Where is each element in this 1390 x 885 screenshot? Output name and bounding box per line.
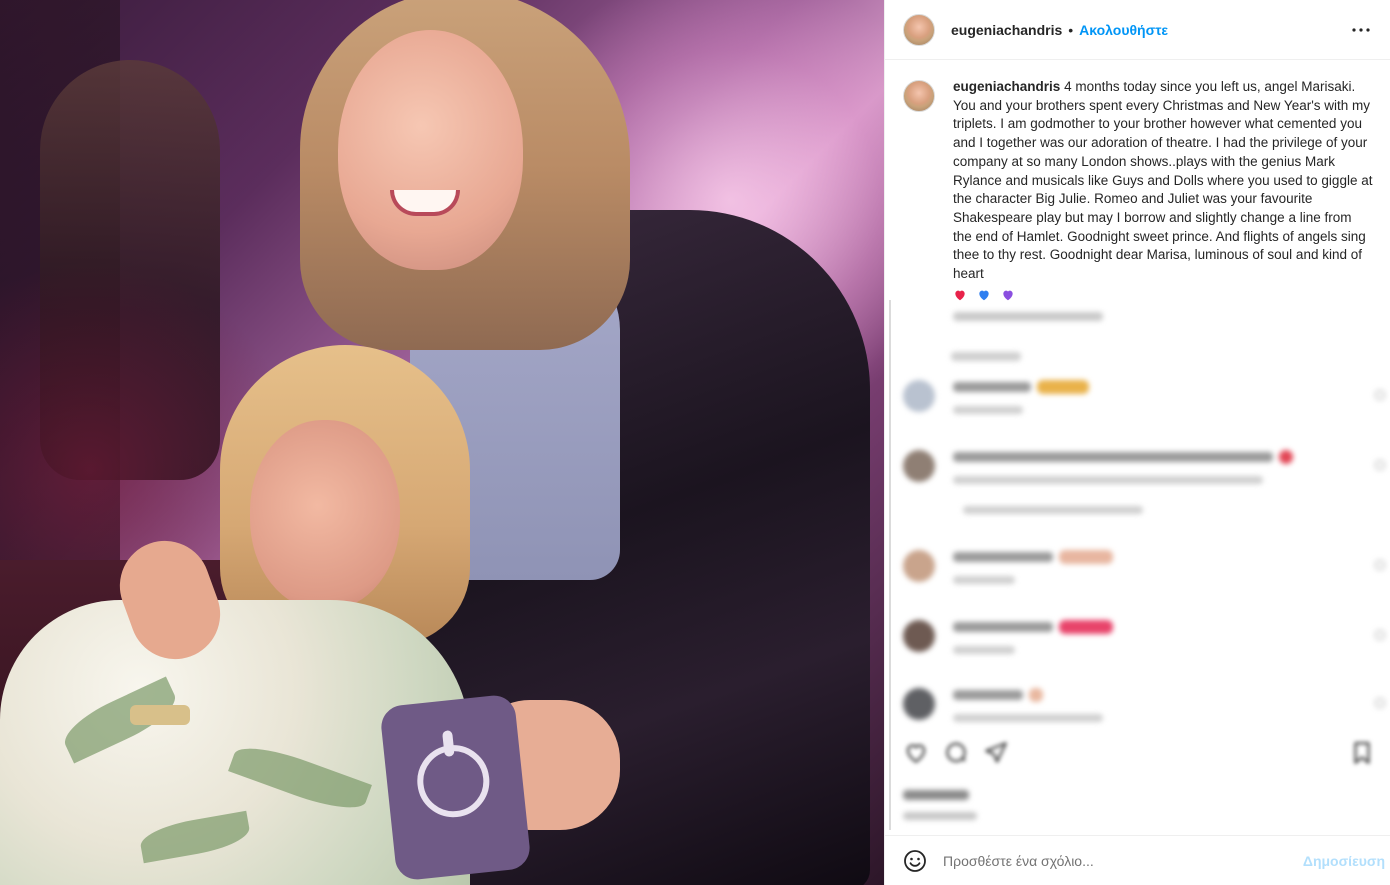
comment-body <box>953 550 1113 584</box>
post-action-bar <box>903 740 1375 770</box>
photo-phone <box>379 693 532 882</box>
author-avatar[interactable] <box>903 13 935 46</box>
photo-standing-woman-face <box>338 30 523 270</box>
more-options-icon[interactable] <box>1349 18 1373 46</box>
save-bookmark-icon[interactable] <box>1349 740 1375 766</box>
comment-like-icon[interactable] <box>1375 460 1385 470</box>
comment-body <box>953 688 1103 722</box>
comment-like-icon[interactable] <box>1375 560 1385 570</box>
blurred-caption-meta <box>953 312 1103 321</box>
comment-like-icon[interactable] <box>1375 390 1385 400</box>
comment-bubble-icon[interactable] <box>943 740 969 766</box>
comment-avatar[interactable] <box>903 380 935 412</box>
comment-avatar[interactable] <box>903 620 935 652</box>
photo-phone-mark <box>442 730 455 757</box>
post-header: eugeniachandris • Ακολουθήστε <box>885 0 1390 60</box>
comment-row <box>903 450 1385 514</box>
comment-avatar[interactable] <box>903 450 935 482</box>
caption-text-block: eugeniachandris 4 months today since you… <box>953 78 1373 302</box>
comment-like-icon[interactable] <box>1375 698 1385 708</box>
share-send-icon[interactable] <box>983 740 1009 766</box>
comment-input[interactable] <box>943 852 1283 869</box>
comment-avatar[interactable] <box>903 550 935 582</box>
smiley-icon[interactable] <box>903 849 927 873</box>
caption-body: 4 months today since you left us, angel … <box>953 79 1373 282</box>
post-caption: eugeniachandris 4 months today since you… <box>903 78 1383 302</box>
comment-like-icon[interactable] <box>1375 630 1385 640</box>
post-comment-button[interactable]: Δημοσίευση <box>1303 853 1385 869</box>
comment-body <box>953 620 1113 654</box>
photo-watch <box>130 705 190 725</box>
comment-body <box>953 380 1089 414</box>
likes-count-blurred[interactable] <box>903 790 969 800</box>
blurred-see-more <box>951 352 1021 361</box>
post-photo[interactable] <box>0 0 884 885</box>
caption-username[interactable]: eugeniachandris <box>953 79 1060 94</box>
comment-avatar[interactable] <box>903 688 935 720</box>
comment-row <box>903 550 1385 584</box>
follow-button[interactable]: Ακολουθήστε <box>1079 22 1168 38</box>
comment-row <box>903 620 1385 654</box>
post-side-panel: eugeniachandris • Ακολουθήστε eugeniacha… <box>884 0 1390 885</box>
header-separator: • <box>1068 21 1074 38</box>
comment-row <box>903 688 1385 722</box>
comment-composer: Δημοσίευση <box>885 836 1390 885</box>
like-heart-icon[interactable] <box>903 740 929 766</box>
photo-seated-woman-face <box>250 420 400 610</box>
comment-row <box>903 380 1385 414</box>
post-date-blurred <box>903 812 977 820</box>
caption-author-avatar[interactable] <box>903 80 935 112</box>
comment-body <box>953 450 1293 514</box>
author-username[interactable]: eugeniachandris <box>951 22 1062 38</box>
more-horizontal-icon <box>1352 28 1370 32</box>
